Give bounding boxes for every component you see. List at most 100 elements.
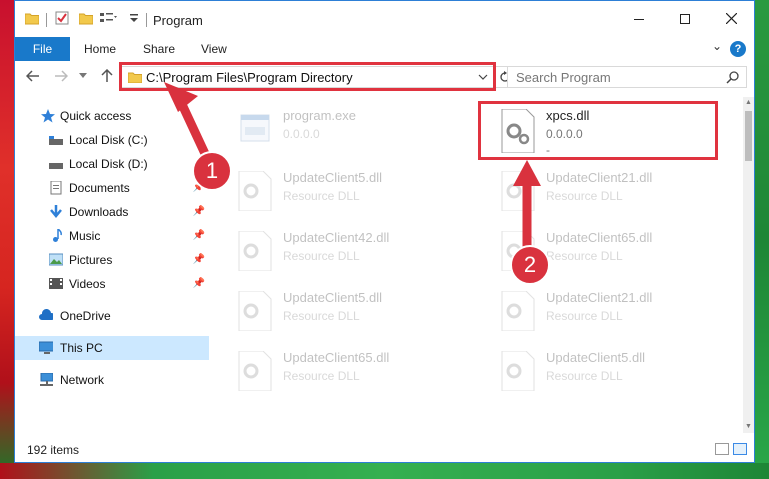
minimize-icon xyxy=(634,19,644,20)
sidebar-item-label: Videos xyxy=(69,277,106,291)
file-item[interactable]: UpdateClient5.dll Resource DLL xyxy=(225,283,455,339)
back-button[interactable] xyxy=(23,69,43,86)
sidebar-item-quick-access[interactable]: Quick access xyxy=(15,104,209,128)
sidebar-item-music[interactable]: Music 📌 xyxy=(15,224,209,248)
details-view-button[interactable] xyxy=(715,443,729,455)
file-name: UpdateClient5.dll xyxy=(546,350,646,365)
dll-file-icon xyxy=(238,351,272,391)
title-separator xyxy=(46,13,47,27)
dll-file-icon xyxy=(501,291,535,331)
star-icon xyxy=(41,109,55,123)
file-name: program.exe xyxy=(283,108,356,123)
file-type: Resource DLL xyxy=(546,189,623,203)
properties-icon[interactable] xyxy=(55,11,69,25)
close-icon xyxy=(725,12,737,25)
chevron-down-icon[interactable] xyxy=(478,70,488,84)
file-item[interactable]: UpdateClient65.dll Resource DLL xyxy=(225,343,455,399)
forward-button[interactable] xyxy=(51,69,71,86)
sidebar-item-label: Local Disk (D:) xyxy=(69,157,148,171)
file-version: 0.0.0.0 xyxy=(283,127,320,141)
new-folder-icon[interactable] xyxy=(79,11,93,25)
file-name: UpdateClient5.dll xyxy=(283,170,383,185)
customize-toolbar-icon[interactable] xyxy=(129,11,139,25)
folder-icon xyxy=(128,72,142,83)
chevron-down-icon xyxy=(79,73,87,78)
desktop-background-left xyxy=(0,0,14,479)
file-item[interactable]: UpdateClient42.dll Resource DLL xyxy=(225,223,455,279)
file-name: UpdateClient21.dll xyxy=(546,290,653,305)
file-type: Resource DLL xyxy=(546,249,623,263)
sidebar-item-label: Local Disk (C:) xyxy=(69,133,148,147)
navigation-pane: Quick access Local Disk (C:) Local Disk … xyxy=(15,97,211,433)
file-name: xpcs.dll xyxy=(546,108,590,123)
tab-file[interactable]: File xyxy=(15,37,70,61)
drive-icon xyxy=(49,163,63,169)
forward-arrow-icon xyxy=(55,70,69,82)
dll-file-icon xyxy=(501,351,535,391)
sidebar-item-local-disk-c[interactable]: Local Disk (C:) xyxy=(15,128,209,152)
sidebar-item-label: Pictures xyxy=(69,253,113,267)
address-bar[interactable]: C:\Program Files\Program Directory xyxy=(121,66,495,88)
pin-icon: 📌 xyxy=(192,206,205,217)
title-separator-2 xyxy=(146,13,147,27)
sidebar-item-pictures[interactable]: Pictures 📌 xyxy=(15,248,209,272)
tiles-view-button[interactable] xyxy=(733,443,747,455)
help-icon[interactable]: ? xyxy=(730,41,746,57)
file-description: - xyxy=(546,143,550,157)
file-item-program-exe[interactable]: program.exe 0.0.0.0 xyxy=(225,101,455,157)
file-name: UpdateClient65.dll xyxy=(283,350,390,365)
scroll-thumb[interactable] xyxy=(745,111,752,161)
back-arrow-icon xyxy=(25,70,39,82)
maximize-button[interactable] xyxy=(662,1,708,37)
scroll-up-icon[interactable]: ▲ xyxy=(743,97,754,109)
desktop-background-bottom xyxy=(0,463,769,479)
tab-share[interactable]: Share xyxy=(143,37,175,61)
minimize-button[interactable] xyxy=(616,1,662,37)
sidebar-item-this-pc[interactable]: This PC xyxy=(15,336,209,360)
tab-home[interactable]: Home xyxy=(84,37,116,61)
dll-file-icon xyxy=(238,171,272,211)
folder-icon[interactable] xyxy=(25,11,39,25)
sidebar-item-onedrive[interactable]: OneDrive xyxy=(15,304,209,328)
close-button[interactable] xyxy=(708,1,754,37)
search-box[interactable]: Search Program xyxy=(507,66,747,88)
sidebar-item-label: Downloads xyxy=(69,205,129,219)
file-name: UpdateClient21.dll xyxy=(546,170,653,185)
file-item[interactable]: UpdateClient5.dll Resource DLL xyxy=(488,343,718,399)
up-arrow-icon xyxy=(101,68,113,82)
sidebar-item-label: OneDrive xyxy=(60,309,111,323)
sidebar-item-documents[interactable]: Documents 📌 xyxy=(15,176,209,200)
dll-file-icon xyxy=(501,171,535,211)
tab-view[interactable]: View xyxy=(201,37,227,61)
dll-file-icon xyxy=(501,109,535,153)
sidebar-item-label: Music xyxy=(69,229,101,243)
file-item[interactable]: UpdateClient21.dll Resource DLL xyxy=(488,283,718,339)
file-item-xpcs-dll[interactable]: xpcs.dll 0.0.0.0 - xyxy=(488,101,718,157)
vertical-scrollbar[interactable]: ▲ ▼ xyxy=(743,97,754,433)
scroll-down-icon[interactable]: ▼ xyxy=(743,421,754,433)
view-options-icon[interactable] xyxy=(99,11,117,25)
sidebar-item-downloads[interactable]: Downloads 📌 xyxy=(15,200,209,224)
cloud-icon xyxy=(39,309,53,320)
dll-file-icon xyxy=(238,291,272,331)
recent-locations-button[interactable] xyxy=(73,71,93,81)
window-title: Program xyxy=(153,13,203,28)
sidebar-item-network[interactable]: Network xyxy=(15,368,209,392)
computer-icon xyxy=(39,341,53,354)
exe-file-icon xyxy=(240,114,270,142)
sidebar-item-local-disk-d[interactable]: Local Disk (D:) xyxy=(15,152,209,176)
desktop-background-right xyxy=(755,0,769,479)
sidebar-item-videos[interactable]: Videos 📌 xyxy=(15,272,209,296)
search-icon[interactable] xyxy=(726,70,740,84)
up-button[interactable] xyxy=(97,68,117,87)
pin-icon: 📌 xyxy=(192,278,205,289)
status-bar: 192 items xyxy=(15,433,754,462)
item-count: 192 items xyxy=(27,443,80,457)
file-version: 0.0.0.0 xyxy=(546,127,583,141)
download-icon xyxy=(50,205,62,218)
file-item[interactable]: UpdateClient21.dll Resource DLL xyxy=(488,163,718,219)
music-icon xyxy=(53,229,62,242)
file-item[interactable]: UpdateClient5.dll Resource DLL xyxy=(225,163,455,219)
expand-ribbon-icon[interactable]: ⌄ xyxy=(712,39,722,53)
file-type: Resource DLL xyxy=(546,309,623,323)
